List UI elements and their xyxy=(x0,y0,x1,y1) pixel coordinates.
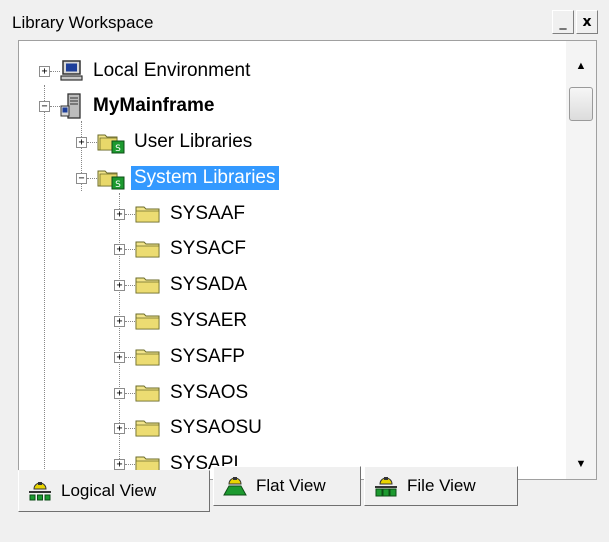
svg-text:S: S xyxy=(115,180,121,190)
tree-node-label: User Libraries xyxy=(134,131,253,152)
expand-toggle[interactable]: + xyxy=(76,136,87,148)
tab-logical-view[interactable]: Logical View xyxy=(18,470,210,512)
tree-node-sysaos[interactable]: + SYSAOS xyxy=(114,378,251,408)
folder-icon xyxy=(135,420,160,437)
tab-flat-view[interactable]: Flat View xyxy=(213,466,361,506)
tree-node-system-libraries[interactable]: − S System Libraries xyxy=(76,163,279,193)
tree-node-sysaaf[interactable]: + SYSAAF xyxy=(114,199,248,229)
tree-node-label: SYSAER xyxy=(170,310,248,331)
scroll-thumb[interactable] xyxy=(569,87,593,121)
tree-node-label: SYSAOS xyxy=(170,382,249,403)
tree-node-label: Local Environment xyxy=(93,60,251,81)
tree-node-local-environment[interactable]: + Local Environment xyxy=(39,56,253,86)
tab-label: Logical View xyxy=(61,481,157,500)
tree-connector xyxy=(125,248,135,250)
tab-file-view[interactable]: File View xyxy=(364,466,518,506)
tree-node-sysaosu[interactable]: + SYSAOSU xyxy=(114,413,265,443)
tree-view[interactable]: + Local Environment − MyMainframe + S Us… xyxy=(18,40,597,480)
tree-node-label: System Libraries xyxy=(131,166,279,190)
tree-connector xyxy=(125,320,135,322)
folder-icon xyxy=(135,313,160,330)
tree-connector xyxy=(50,70,60,72)
file-view-icon xyxy=(375,477,397,497)
folder-icon xyxy=(135,385,160,402)
expand-toggle[interactable]: + xyxy=(114,279,125,291)
tree-connector xyxy=(87,141,97,143)
folder-icon xyxy=(135,241,160,258)
scroll-up-arrow-icon[interactable]: ▲ xyxy=(566,51,596,81)
tree-node-label: SYSACF xyxy=(170,238,247,259)
svg-text:S: S xyxy=(115,144,121,154)
server-icon xyxy=(60,93,81,119)
tab-label: File View xyxy=(407,476,476,495)
library-folder-icon: S xyxy=(97,170,125,190)
tree-node-label: SYSAFP xyxy=(170,346,245,367)
folder-icon xyxy=(135,206,160,223)
vertical-scrollbar[interactable]: ▲ ▼ xyxy=(566,41,596,479)
tree-node-label: MyMainframe xyxy=(93,95,215,116)
folder-icon xyxy=(135,349,160,366)
window-title: Library Workspace xyxy=(12,13,154,32)
logical-view-icon xyxy=(29,482,51,501)
tree-connector xyxy=(125,356,135,358)
tree-node-label: SYSADA xyxy=(170,274,248,295)
tree-node-sysacf[interactable]: + SYSACF xyxy=(114,234,249,264)
tree-node-label: SYSAOSU xyxy=(170,417,262,438)
tree-node-sysada[interactable]: + SYSADA xyxy=(114,270,250,300)
flat-view-icon xyxy=(223,477,247,496)
expand-toggle[interactable]: + xyxy=(114,208,125,220)
tree-connector xyxy=(87,177,97,179)
expand-toggle[interactable]: + xyxy=(114,387,125,399)
library-folder-icon: S xyxy=(97,134,125,154)
tree-node-sysaer[interactable]: + SYSAER xyxy=(114,306,250,336)
collapse-toggle[interactable]: − xyxy=(76,172,87,184)
tree-node-sysafp[interactable]: + SYSAFP xyxy=(114,342,248,372)
tree-connector xyxy=(125,463,135,465)
computer-icon xyxy=(60,60,83,81)
folder-icon xyxy=(135,277,160,294)
tree-guide-line xyxy=(44,85,45,479)
expand-toggle[interactable]: + xyxy=(114,243,125,255)
tree-node-mymainframe[interactable]: − MyMainframe xyxy=(39,91,217,121)
collapse-toggle[interactable]: − xyxy=(39,100,50,112)
minimize-button[interactable]: _ xyxy=(552,10,574,34)
expand-toggle[interactable]: + xyxy=(39,65,50,77)
library-workspace-window: Library Workspace _ x + Local Environmen… xyxy=(0,0,609,542)
tree-connector xyxy=(125,392,135,394)
tree-connector xyxy=(125,284,135,286)
title-bar: Library Workspace _ x xyxy=(6,4,605,38)
tree-content: + Local Environment − MyMainframe + S Us… xyxy=(19,41,566,479)
expand-toggle[interactable]: + xyxy=(114,351,125,363)
expand-toggle[interactable]: + xyxy=(114,422,125,434)
view-tabs: Logical View Flat View File View xyxy=(18,466,578,512)
tree-node-label: SYSAAF xyxy=(170,203,245,224)
expand-toggle[interactable]: + xyxy=(114,315,125,327)
tree-node-user-libraries[interactable]: + S User Libraries xyxy=(76,127,255,157)
tree-connector xyxy=(125,427,135,429)
tree-connector xyxy=(50,105,60,107)
close-button[interactable]: x xyxy=(576,10,598,34)
tab-label: Flat View xyxy=(256,476,326,495)
tree-connector xyxy=(125,213,135,215)
